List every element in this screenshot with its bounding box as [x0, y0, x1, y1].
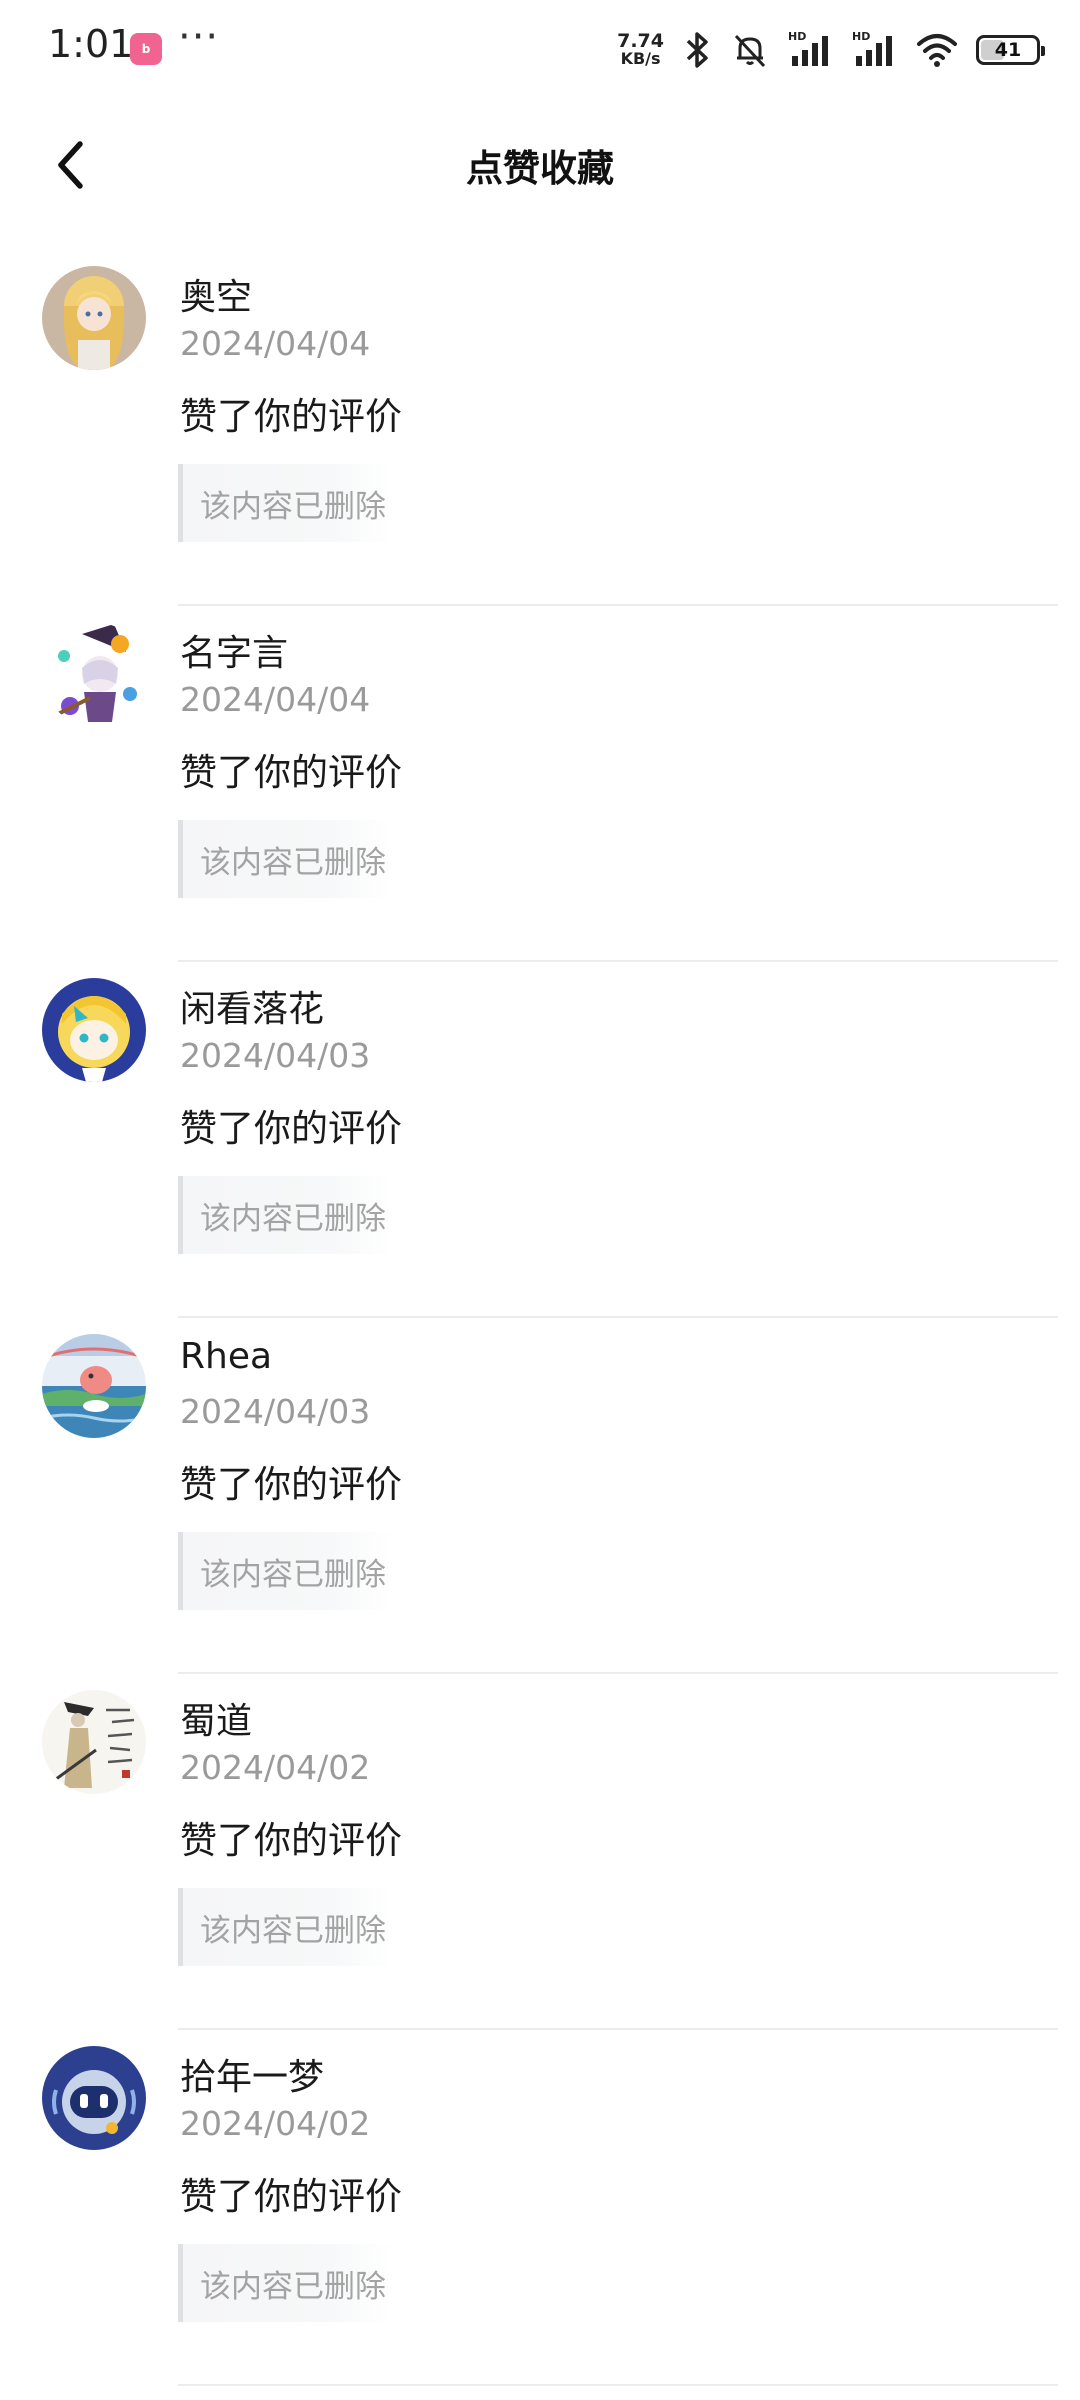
action-text: 赞了你的评价 [180, 2175, 402, 2218]
date: 2024/04/03 [180, 1036, 371, 1075]
signal-hd-2-icon: HD [852, 30, 892, 66]
username[interactable]: 闲看落花 [180, 980, 324, 1032]
signal-hd-1-icon: HD [788, 30, 828, 66]
list-item[interactable]: Rhea 2024/04/03 赞了你的评价 该内容已删除 [0, 1318, 1080, 1674]
quoted-content-text: 该内容已删除 [200, 1912, 386, 1949]
quoted-content[interactable]: 该内容已删除 [178, 820, 392, 898]
action-text: 赞了你的评价 [180, 751, 402, 794]
notification-list: 奥空 2024/04/04 赞了你的评价 该内容已删除 名字言 2024/04/… [0, 250, 1080, 2386]
action-text: 赞了你的评价 [180, 1819, 402, 1862]
nav-bar: 点赞收藏 [0, 110, 1080, 220]
action-text: 赞了你的评价 [180, 395, 402, 438]
username[interactable]: 蜀道 [180, 1692, 252, 1744]
battery-icon: 41 [976, 35, 1045, 65]
username[interactable]: 名字言 [180, 624, 288, 676]
avatar[interactable] [42, 2046, 146, 2150]
action-text: 赞了你的评价 [180, 1463, 402, 1506]
list-item[interactable]: 蜀道 2024/04/02 赞了你的评价 该内容已删除 [0, 1674, 1080, 2030]
divider [178, 2384, 1058, 2386]
more-notifications-icon: ··· [178, 14, 220, 60]
bilibili-app-icon: b [130, 33, 162, 65]
date: 2024/04/04 [180, 324, 371, 363]
avatar[interactable] [42, 1690, 146, 1794]
quoted-content[interactable]: 该内容已删除 [178, 2244, 392, 2322]
quoted-content-text: 该内容已删除 [200, 1556, 386, 1593]
avatar[interactable] [42, 266, 146, 370]
wifi-icon [917, 34, 957, 67]
username[interactable]: 奥空 [180, 268, 252, 320]
page-title: 点赞收藏 [466, 147, 614, 190]
list-item[interactable]: 奥空 2024/04/04 赞了你的评价 该内容已删除 [0, 250, 1080, 606]
date: 2024/04/03 [180, 1392, 371, 1431]
status-bar: 1:01 b ··· 7.74 KB/s HD HD 41 [0, 0, 1080, 100]
quoted-content[interactable]: 该内容已删除 [178, 464, 392, 542]
battery-level: 41 [994, 39, 1022, 61]
list-item[interactable]: 闲看落花 2024/04/03 赞了你的评价 该内容已删除 [0, 962, 1080, 1318]
quoted-content-text: 该内容已删除 [200, 1200, 386, 1237]
quoted-content-text: 该内容已删除 [200, 2268, 386, 2305]
network-speed: 7.74 KB/s [617, 32, 664, 68]
status-time: 1:01 [48, 22, 134, 66]
list-item[interactable]: 拾年一梦 2024/04/02 赞了你的评价 该内容已删除 [0, 2030, 1080, 2386]
quoted-content-text: 该内容已删除 [200, 488, 386, 525]
list-item[interactable]: 名字言 2024/04/04 赞了你的评价 该内容已删除 [0, 606, 1080, 962]
bluetooth-icon [686, 32, 708, 68]
username[interactable]: 拾年一梦 [180, 2048, 324, 2100]
avatar[interactable] [42, 978, 146, 1082]
quoted-content[interactable]: 该内容已删除 [178, 1176, 392, 1254]
status-icons: 7.74 KB/s HD HD 41 [617, 26, 1045, 74]
network-speed-value: 7.74 [617, 30, 664, 52]
avatar[interactable] [42, 1334, 146, 1438]
username[interactable]: Rhea [180, 1336, 272, 1377]
avatar[interactable] [42, 622, 146, 726]
quoted-content-text: 该内容已删除 [200, 844, 386, 881]
svg-text:HD: HD [788, 30, 806, 43]
date: 2024/04/02 [180, 2104, 371, 2143]
quoted-content[interactable]: 该内容已删除 [178, 1888, 392, 1966]
quoted-content[interactable]: 该内容已删除 [178, 1532, 392, 1610]
date: 2024/04/04 [180, 680, 371, 719]
mute-bell-icon [734, 34, 766, 68]
date: 2024/04/02 [180, 1748, 371, 1787]
svg-text:HD: HD [852, 30, 870, 43]
network-speed-unit: KB/s [620, 49, 661, 68]
action-text: 赞了你的评价 [180, 1107, 402, 1150]
